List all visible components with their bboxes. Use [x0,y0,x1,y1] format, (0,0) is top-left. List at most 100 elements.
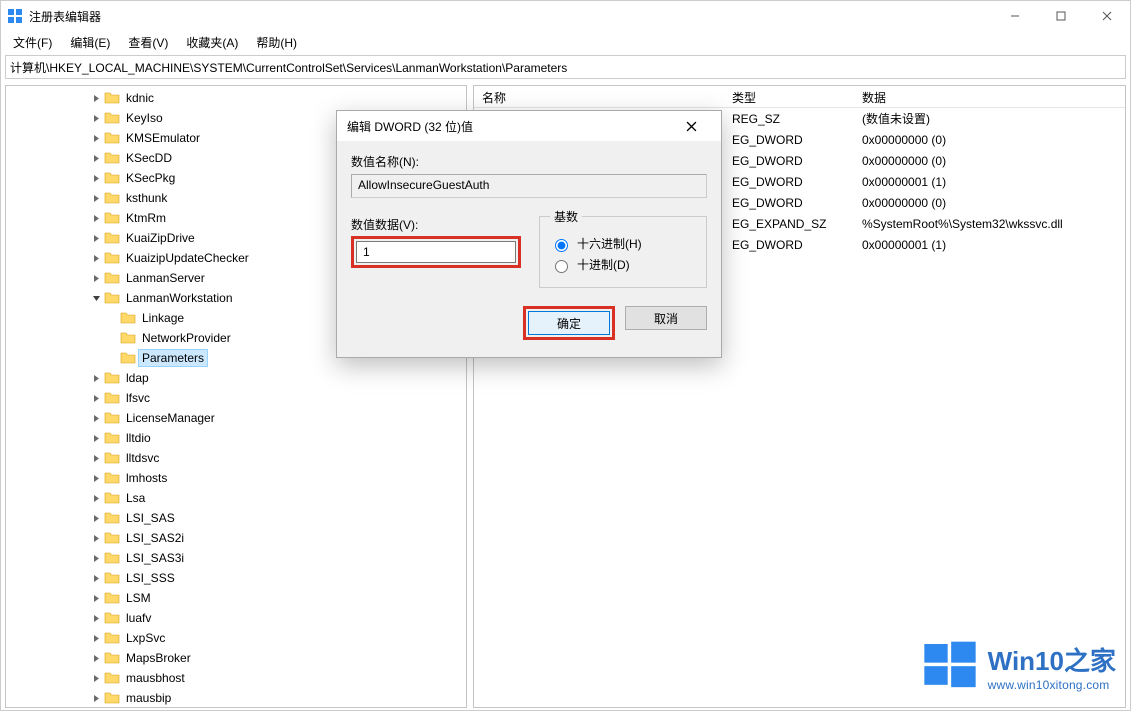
expander-icon[interactable] [88,590,104,606]
menu-view[interactable]: 查看(V) [120,32,176,53]
base-fieldset: 基数 十六进制(H) 十进制(D) [539,208,707,288]
tree-item-lsi_sas3i[interactable]: LSI_SAS3i [8,548,466,568]
expander-icon[interactable] [88,630,104,646]
folder-icon [104,230,120,246]
expander-icon[interactable] [88,470,104,486]
folder-icon [120,310,136,326]
expander-icon[interactable] [88,650,104,666]
expander-icon[interactable] [88,670,104,686]
maximize-button[interactable] [1038,1,1084,31]
menu-edit[interactable]: 编辑(E) [62,32,118,53]
tree-item-label: LxpSvc [123,630,168,646]
expander-icon[interactable] [88,270,104,286]
tree-item-lsi_sas2i[interactable]: LSI_SAS2i [8,528,466,548]
watermark-brand: Win10之家 [988,641,1116,678]
menu-fav[interactable]: 收藏夹(A) [178,32,246,53]
tree-item-mapsbroker[interactable]: MapsBroker [8,648,466,668]
tree-item-mausbhost[interactable]: mausbhost [8,668,466,688]
folder-icon [104,170,120,186]
radio-dec-input[interactable] [555,260,568,273]
expander-icon[interactable] [88,190,104,206]
value-data: 0x00000001 (1) [854,237,1125,253]
edit-dword-dialog: 编辑 DWORD (32 位)值 数值名称(N): AllowInsecureG… [336,110,722,358]
folder-icon [104,570,120,586]
expander-icon[interactable] [88,610,104,626]
value-data: 0x00000000 (0) [854,153,1125,169]
radio-hex[interactable]: 十六进制(H) [550,235,696,252]
expander-icon[interactable] [88,170,104,186]
expander-icon[interactable] [88,550,104,566]
tree-item-lltdsvc[interactable]: lltdsvc [8,448,466,468]
tree-item-lxpsvc[interactable]: LxpSvc [8,628,466,648]
tree-item-lmhosts[interactable]: lmhosts [8,468,466,488]
expander-icon[interactable] [88,450,104,466]
expander-icon[interactable] [88,570,104,586]
expander-icon[interactable] [88,230,104,246]
tree-item-label: KMSEmulator [123,130,203,146]
expander-icon[interactable] [88,530,104,546]
tree-item-label: lltdsvc [123,450,162,466]
radio-dec[interactable]: 十进制(D) [550,256,696,273]
expander-icon[interactable] [88,210,104,226]
folder-icon [104,370,120,386]
list-header: 名称 类型 数据 [474,86,1125,108]
tree-item-luafv[interactable]: luafv [8,608,466,628]
ok-button[interactable]: 确定 [528,311,610,335]
folder-icon [104,630,120,646]
expander-icon[interactable] [88,510,104,526]
folder-icon [104,110,120,126]
folder-icon [120,330,136,346]
address-bar[interactable]: 计算机\HKEY_LOCAL_MACHINE\SYSTEM\CurrentCon… [5,55,1126,79]
value-name-field[interactable]: AllowInsecureGuestAuth [351,174,707,198]
close-button[interactable] [1084,1,1130,31]
tree-item-label: LSI_SSS [123,570,178,586]
value-data: 0x00000000 (0) [854,195,1125,211]
col-header-data[interactable]: 数据 [854,86,1125,107]
tree-item-mausbip[interactable]: mausbip [8,688,466,708]
expander-icon[interactable] [88,410,104,426]
tree-item-label: mausbip [123,690,174,706]
tree-item-lsi_sss[interactable]: LSI_SSS [8,568,466,588]
tree-item-lsi_sas[interactable]: LSI_SAS [8,508,466,528]
expander-icon[interactable] [88,490,104,506]
expander-icon[interactable] [88,150,104,166]
expander-icon[interactable] [88,370,104,386]
menu-help[interactable]: 帮助(H) [248,32,305,53]
expander-icon[interactable] [88,250,104,266]
tree-item-lsm[interactable]: LSM [8,588,466,608]
expander-icon[interactable] [88,430,104,446]
menu-file[interactable]: 文件(F) [5,32,60,53]
tree-item-label: LSI_SAS [123,510,178,526]
expander-icon[interactable] [88,690,104,706]
ok-highlight: 确定 [523,306,615,340]
tree-item-kdnic[interactable]: kdnic [8,88,466,108]
tree-item-label: NetworkProvider [139,330,234,346]
tree-item-licensemanager[interactable]: LicenseManager [8,408,466,428]
radio-hex-input[interactable] [555,239,568,252]
minimize-button[interactable] [992,1,1038,31]
value-data-input[interactable] [356,241,516,263]
value-data-label: 数值数据(V): [351,216,521,233]
value-type: EG_DWORD [724,153,854,169]
expander-icon[interactable] [88,290,104,306]
dialog-close-button[interactable] [671,112,711,140]
expander-icon[interactable] [88,390,104,406]
tree-item-lsa[interactable]: Lsa [8,488,466,508]
cancel-button[interactable]: 取消 [625,306,707,330]
tree-item-label: KSecDD [123,150,175,166]
dialog-title-text: 编辑 DWORD (32 位)值 [347,118,473,135]
expander-icon[interactable] [88,90,104,106]
expander-icon[interactable] [88,130,104,146]
tree-item-lfsvc[interactable]: lfsvc [8,388,466,408]
tree-item-label: Parameters [139,350,207,366]
expander-icon[interactable] [88,110,104,126]
folder-icon [104,530,120,546]
col-header-type[interactable]: 类型 [724,86,854,107]
dialog-titlebar[interactable]: 编辑 DWORD (32 位)值 [337,111,721,141]
folder-icon [104,270,120,286]
menubar: 文件(F) 编辑(E) 查看(V) 收藏夹(A) 帮助(H) [1,31,1130,53]
tree-item-ldap[interactable]: ldap [8,368,466,388]
col-header-name[interactable]: 名称 [474,86,724,107]
value-data: %SystemRoot%\System32\wkssvc.dll [854,216,1125,232]
tree-item-lltdio[interactable]: lltdio [8,428,466,448]
